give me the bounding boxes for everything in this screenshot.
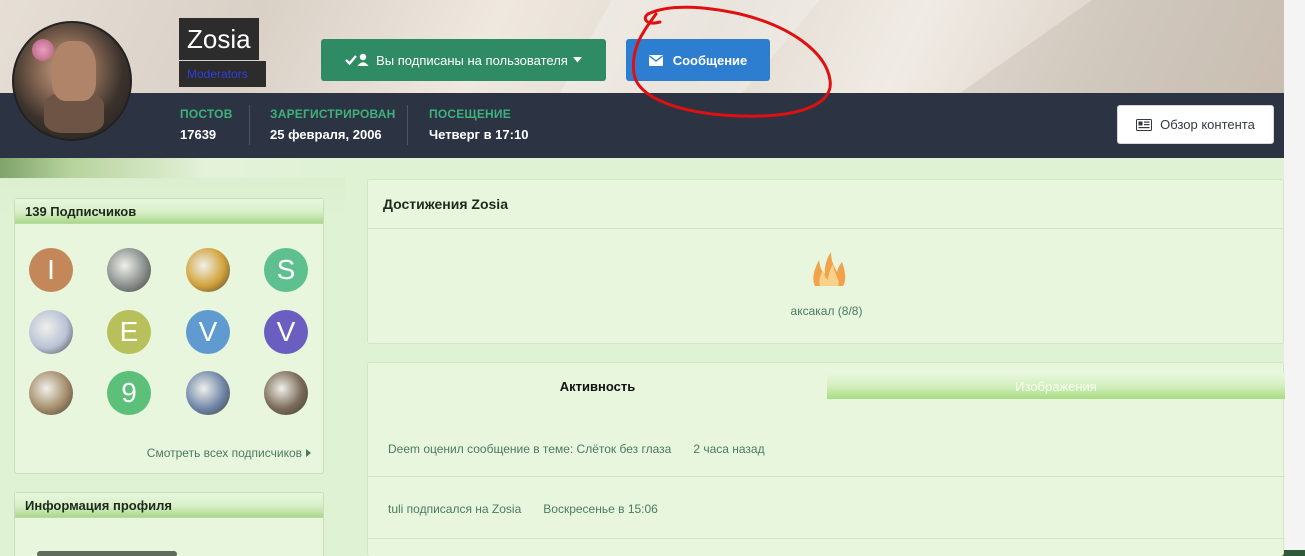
profile-info-panel: Информация профиля [14, 492, 324, 556]
activity-item[interactable]: Deem оценил сообщение в теме: Слёток без… [368, 442, 1285, 456]
activity-card: Активность Изображения Deem оценил сообщ… [367, 362, 1285, 556]
follower-avatar[interactable]: I [29, 248, 73, 292]
see-all-followers-link[interactable]: Смотреть всех подписчиков [147, 446, 311, 460]
message-label: Сообщение [672, 52, 748, 68]
envelope-icon [648, 54, 663, 66]
stat-last-visit: ПОСЕЩЕНИЕ Четверг в 17:10 [429, 107, 529, 142]
subscribed-label: Вы подписаны на пользователя [376, 52, 568, 68]
activity-text[interactable]: Deem оценил сообщение в теме: Слёток без… [388, 442, 671, 456]
subscribed-button[interactable]: Вы подписаны на пользователя [321, 39, 606, 81]
tab-images[interactable]: Изображения [827, 373, 1285, 399]
activity-time: 2 часа назад [693, 442, 765, 456]
follower-avatar[interactable] [186, 248, 230, 292]
profile-info-title: Информация профиля [15, 493, 323, 518]
follower-avatar[interactable]: V [264, 310, 308, 354]
stat-registered: ЗАРЕГИСТРИРОВАН 25 февраля, 2006 [270, 107, 396, 142]
follower-avatar[interactable]: V [186, 310, 230, 354]
content-overview-label: Обзор контента [1160, 117, 1255, 132]
follower-avatar[interactable] [107, 248, 151, 292]
activity-text[interactable]: tuli подписался на Zosia [388, 502, 521, 516]
follower-avatar[interactable] [29, 371, 73, 415]
newspaper-icon [1136, 118, 1153, 131]
achievements-title: Достижения Zosia [368, 180, 1283, 229]
profile-avatar[interactable] [12, 21, 132, 141]
achievement-label: аксакал (8/8) [790, 304, 863, 318]
follower-avatar[interactable] [264, 371, 308, 415]
follower-avatar[interactable]: E [107, 310, 151, 354]
activity-item[interactable]: tuli подписался на Zosia Воскресенье в 15… [368, 502, 1285, 516]
profile-usergroup: Moderators [179, 61, 266, 87]
followers-title: 139 Подписчиков [15, 199, 323, 224]
profile-username: Zosia [179, 18, 259, 60]
activity-time: Воскресенье в 15:06 [543, 502, 658, 516]
follower-avatar[interactable]: 9 [107, 371, 151, 415]
followers-panel: 139 Подписчиков ISEVV9 Смотреть всех под… [14, 198, 324, 474]
content-overview-button[interactable]: Обзор контента [1117, 105, 1274, 144]
follower-avatar[interactable] [186, 371, 230, 415]
caret-down-icon [572, 57, 582, 63]
user-check-icon [345, 53, 369, 66]
flame-badge-icon[interactable] [809, 250, 849, 288]
follower-avatar[interactable] [29, 310, 73, 354]
tab-activity[interactable]: Активность [368, 373, 827, 399]
scrollbar-track[interactable] [1284, 0, 1305, 556]
follower-avatar[interactable]: S [264, 248, 308, 292]
message-button[interactable]: Сообщение [626, 39, 770, 81]
caret-right-icon [306, 449, 311, 457]
achievements-card: Достижения Zosia аксакал (8/8) [367, 179, 1284, 344]
stat-posts: ПОСТОВ 17639 [180, 107, 233, 142]
